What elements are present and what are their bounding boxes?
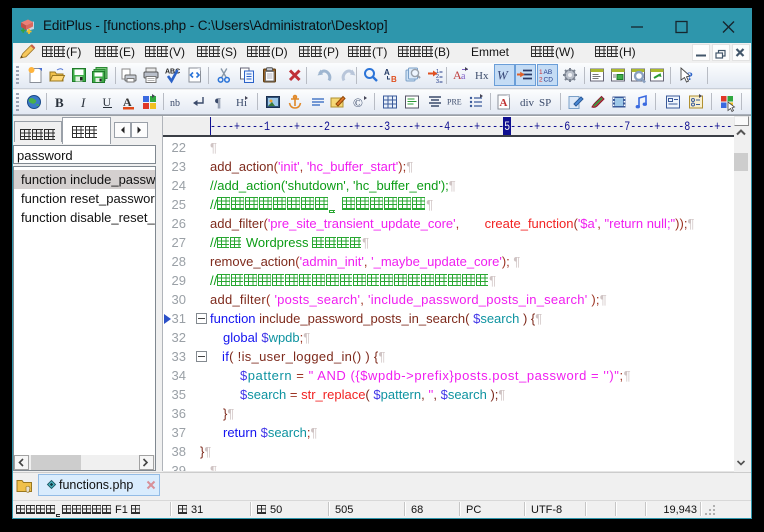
svg-text:A: A: [384, 68, 390, 77]
svg-text:SP: SP: [539, 97, 551, 109]
svg-text:A: A: [123, 95, 132, 109]
svg-text:a: a: [461, 71, 466, 82]
svg-text:3: 3: [436, 79, 439, 85]
svg-text:Hx: Hx: [475, 70, 489, 82]
svg-text:I: I: [80, 95, 86, 110]
svg-text:CD: CD: [544, 77, 554, 84]
svg-text:¶: ¶: [215, 95, 221, 110]
svg-text:W: W: [497, 68, 509, 83]
svg-text:PRE: PRE: [447, 98, 462, 107]
svg-text:U: U: [103, 95, 112, 109]
svg-text:div: div: [520, 97, 535, 109]
svg-text:2: 2: [539, 77, 543, 84]
svg-text:nb: nb: [170, 98, 180, 109]
svg-text:1: 1: [539, 69, 543, 76]
svg-text:?: ?: [687, 69, 693, 83]
svg-text:B: B: [391, 75, 397, 84]
svg-text:©: ©: [353, 95, 363, 110]
svg-text:A: A: [500, 97, 508, 109]
svg-text:ABC: ABC: [165, 69, 180, 76]
svg-text:B: B: [55, 95, 64, 110]
svg-text:AB: AB: [544, 69, 553, 76]
